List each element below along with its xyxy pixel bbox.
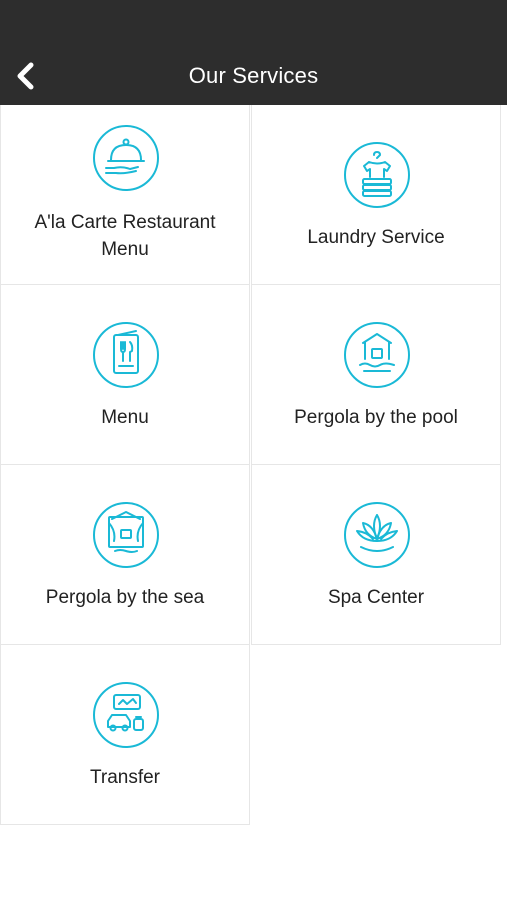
service-tile-laundry[interactable]: Laundry Service <box>251 105 501 285</box>
service-tile-menu[interactable]: Menu <box>0 285 250 465</box>
cloche-icon <box>93 125 159 191</box>
service-tile-spa[interactable]: Spa Center <box>251 465 501 645</box>
menu-card-icon <box>93 322 159 388</box>
service-label: Spa Center <box>327 587 425 608</box>
service-tile-transfer[interactable]: Transfer <box>0 645 250 825</box>
lotus-icon <box>344 502 410 568</box>
service-label: Pergola by the sea <box>45 587 205 608</box>
service-label: A'la Carte Restaurant Menu <box>34 212 216 260</box>
service-tile-restaurant[interactable]: A'la Carte Restaurant Menu <box>0 105 250 285</box>
laundry-icon <box>344 142 410 208</box>
service-label: Laundry Service <box>307 227 445 248</box>
car-icon <box>93 682 159 748</box>
sea-pergola-icon <box>93 502 159 568</box>
service-label: Menu <box>101 407 149 428</box>
service-tile-sea-pergola[interactable]: Pergola by the sea <box>0 465 250 645</box>
page-title: Our Services <box>188 63 319 88</box>
service-tile-pool-pergola[interactable]: Pergola by the pool <box>251 285 501 465</box>
top-bar: Our Services <box>0 0 507 105</box>
service-label: Transfer <box>89 767 161 788</box>
service-label: Pergola by the pool <box>294 407 458 428</box>
pool-pergola-icon <box>344 322 410 388</box>
